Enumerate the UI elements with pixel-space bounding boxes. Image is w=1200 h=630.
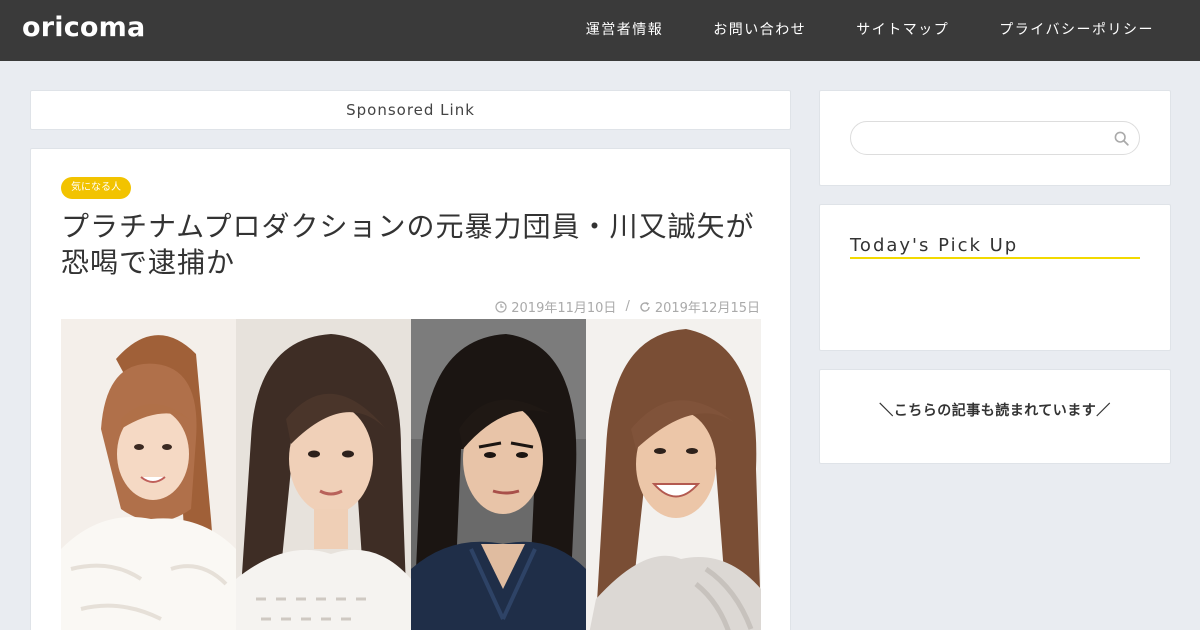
pickup-widget: Today's Pick Up <box>819 204 1171 351</box>
nav-item-sitemap[interactable]: サイトマップ <box>831 0 974 61</box>
published-date: 2019年11月10日 <box>511 301 617 316</box>
portrait-photo-2 <box>236 319 411 630</box>
article-title: プラチナムプロダクションの元暴力団員・川又誠矢が恐喝で逮捕か <box>61 210 755 279</box>
portrait-photo-4 <box>586 319 761 630</box>
clock-icon <box>495 300 507 313</box>
popular-articles-widget: ＼こちらの記事も読まれています／ <box>819 369 1171 464</box>
updated-date: 2019年12月15日 <box>654 301 760 316</box>
sponsored-link-label: Sponsored Link <box>30 90 791 130</box>
search-icon[interactable] <box>1114 131 1129 146</box>
popular-articles-heading: ＼こちらの記事も読まれています／ <box>879 403 1111 419</box>
eyecatch-image <box>61 319 761 630</box>
pickup-heading: Today's Pick Up <box>850 235 1140 259</box>
portrait-photo-3 <box>411 319 586 630</box>
search-widget <box>819 90 1171 186</box>
refresh-icon <box>640 301 650 312</box>
nav-item-operator-info[interactable]: 運営者情報 <box>561 0 689 61</box>
site-logo[interactable]: oricoma <box>22 12 145 43</box>
site-header: oricoma 運営者情報 お問い合わせ サイトマップ プライバシーポリシー <box>0 0 1200 61</box>
article-dates: 2019年11月10日 / 2019年12月15日 <box>495 297 760 316</box>
nav-item-privacy-policy[interactable]: プライバシーポリシー <box>974 0 1200 61</box>
category-badge[interactable]: 気になる人 <box>61 177 131 199</box>
search-input[interactable] <box>867 129 1107 149</box>
global-nav: 運営者情報 お問い合わせ サイトマップ プライバシーポリシー <box>561 0 1200 61</box>
article-card: 気になる人 プラチナムプロダクションの元暴力団員・川又誠矢が恐喝で逮捕か 201… <box>30 148 791 630</box>
nav-item-contact[interactable]: お問い合わせ <box>688 0 831 61</box>
portrait-photo-1 <box>61 319 236 630</box>
date-separator: / <box>625 299 630 314</box>
search-box <box>850 121 1140 155</box>
